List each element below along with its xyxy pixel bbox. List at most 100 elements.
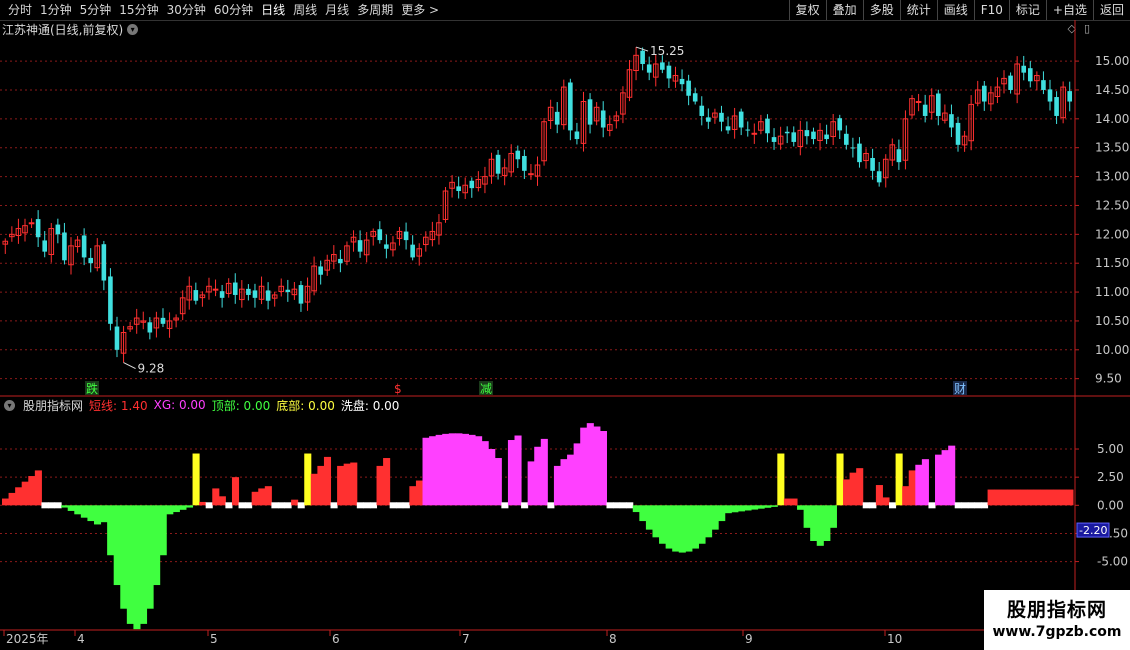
candle-body-down [1054, 97, 1059, 116]
candle-body-down [646, 64, 652, 73]
washout-bar [369, 502, 378, 509]
indicator-bar [1007, 489, 1015, 506]
indicator-bar [711, 505, 719, 530]
indicator-bar [264, 486, 272, 506]
candle-body-up [915, 101, 922, 104]
chevron-down-icon[interactable]: ▾ [4, 399, 15, 411]
indicator-bar [350, 462, 358, 506]
washout-bar [967, 502, 975, 509]
indicator-bar [199, 501, 207, 506]
indicator-field: 底部: 0.00 [276, 398, 335, 413]
candle-body-down [81, 235, 87, 258]
indicator-bar [737, 505, 745, 512]
indicator-field: XG: 0.00 [153, 398, 206, 412]
indicator-bar [153, 505, 161, 586]
washout-bar [271, 502, 279, 509]
candle-body-down [568, 82, 573, 131]
washout-bar [928, 502, 936, 509]
indicator-bar [461, 433, 470, 506]
indicator-bar [429, 436, 437, 506]
candle-body-down [686, 80, 691, 96]
candle-body-down [456, 186, 461, 192]
candle-body-up [212, 288, 219, 291]
indicator-bar [731, 505, 739, 513]
washout-bar [402, 502, 410, 509]
indicator-bar [875, 485, 883, 506]
candle-body-down [357, 240, 363, 252]
indicator-bar [442, 433, 450, 506]
candle-body-down [699, 105, 705, 116]
washout-bar [961, 502, 969, 509]
indicator-bar [337, 465, 345, 506]
candle-body-down [338, 258, 343, 264]
indicator-bar [1059, 489, 1067, 506]
price-tick-label: 15.00 [1095, 54, 1129, 68]
indicator-bar [915, 464, 923, 506]
indicator-bar [107, 505, 115, 556]
indicator-bar [652, 505, 660, 538]
indicator-bar [126, 505, 134, 624]
washout-bar [974, 502, 982, 509]
indicator-field: 洗盘: 0.00 [340, 398, 400, 413]
candle-body-down [1047, 89, 1053, 102]
indicator-bar [803, 505, 811, 528]
indicator-bar [15, 487, 23, 506]
candle-body-down [692, 93, 698, 102]
date-tick-label: 9 [745, 632, 753, 646]
indicator-bar [93, 505, 102, 525]
indicator-bar [1020, 489, 1028, 506]
indicator-field: 短线: 1.40 [89, 398, 148, 413]
watermark-url: www.7gpzb.com [992, 624, 1122, 640]
candle-body-down [719, 112, 724, 122]
indicator-bar [770, 505, 778, 507]
candle-body-down [922, 104, 928, 116]
indicator-bar [8, 492, 16, 506]
indicator-bar [764, 505, 772, 508]
indicator-bar [849, 472, 857, 506]
washout-bar [54, 502, 62, 509]
washout-bar [47, 502, 56, 509]
washout-bar [41, 502, 49, 509]
candle-body-down [515, 150, 521, 160]
washout-bar [619, 502, 627, 509]
price-tick-label: 13.50 [1095, 141, 1129, 155]
kline-chart[interactable]: 15.00 14.50 14.00 13.50 13.00 12.50 12.00 11.50… [0, 0, 1130, 650]
date-tick-label: 2025年 [6, 632, 49, 646]
date-tick-label: 5 [210, 632, 218, 646]
indicator-bar [672, 505, 680, 552]
indicator-bar [829, 505, 837, 528]
washout-bar [613, 502, 621, 509]
indicator-bar [100, 505, 108, 523]
indicator-bar [659, 505, 667, 544]
indicator-bar [231, 477, 240, 506]
washout-bar [396, 502, 404, 509]
washout-bar [356, 502, 364, 509]
indicator-tick-label: 5.00 [1097, 442, 1124, 456]
candle-body-down [600, 110, 606, 128]
indicator-bar [665, 505, 673, 549]
washout-bar [277, 502, 286, 509]
candle-body-down [955, 122, 961, 145]
indicator-bar [67, 505, 75, 511]
indicator-bar [422, 437, 430, 506]
indicator-bar [343, 463, 351, 506]
washout-bar [225, 502, 233, 509]
indicator-bar [567, 454, 575, 506]
candle-body-down [101, 244, 107, 281]
washout-bar [284, 502, 292, 509]
indicator-bar [185, 505, 194, 508]
low-price-label: 9.28 [138, 362, 165, 376]
indicator-bar [540, 438, 548, 506]
candle-body-down [35, 219, 41, 238]
indicator-bar [783, 498, 791, 506]
price-tick-label: 9.50 [1095, 372, 1122, 386]
indicator-bar [1000, 489, 1008, 506]
indicator-bar [146, 505, 154, 609]
indicator-bar [908, 470, 916, 506]
indicator-bar [836, 453, 844, 506]
indicator-bar [632, 505, 640, 513]
candle-body-down [574, 131, 580, 140]
candle-body-down [403, 231, 409, 241]
indicator-bar [645, 505, 653, 530]
candle-body-down [666, 65, 672, 79]
